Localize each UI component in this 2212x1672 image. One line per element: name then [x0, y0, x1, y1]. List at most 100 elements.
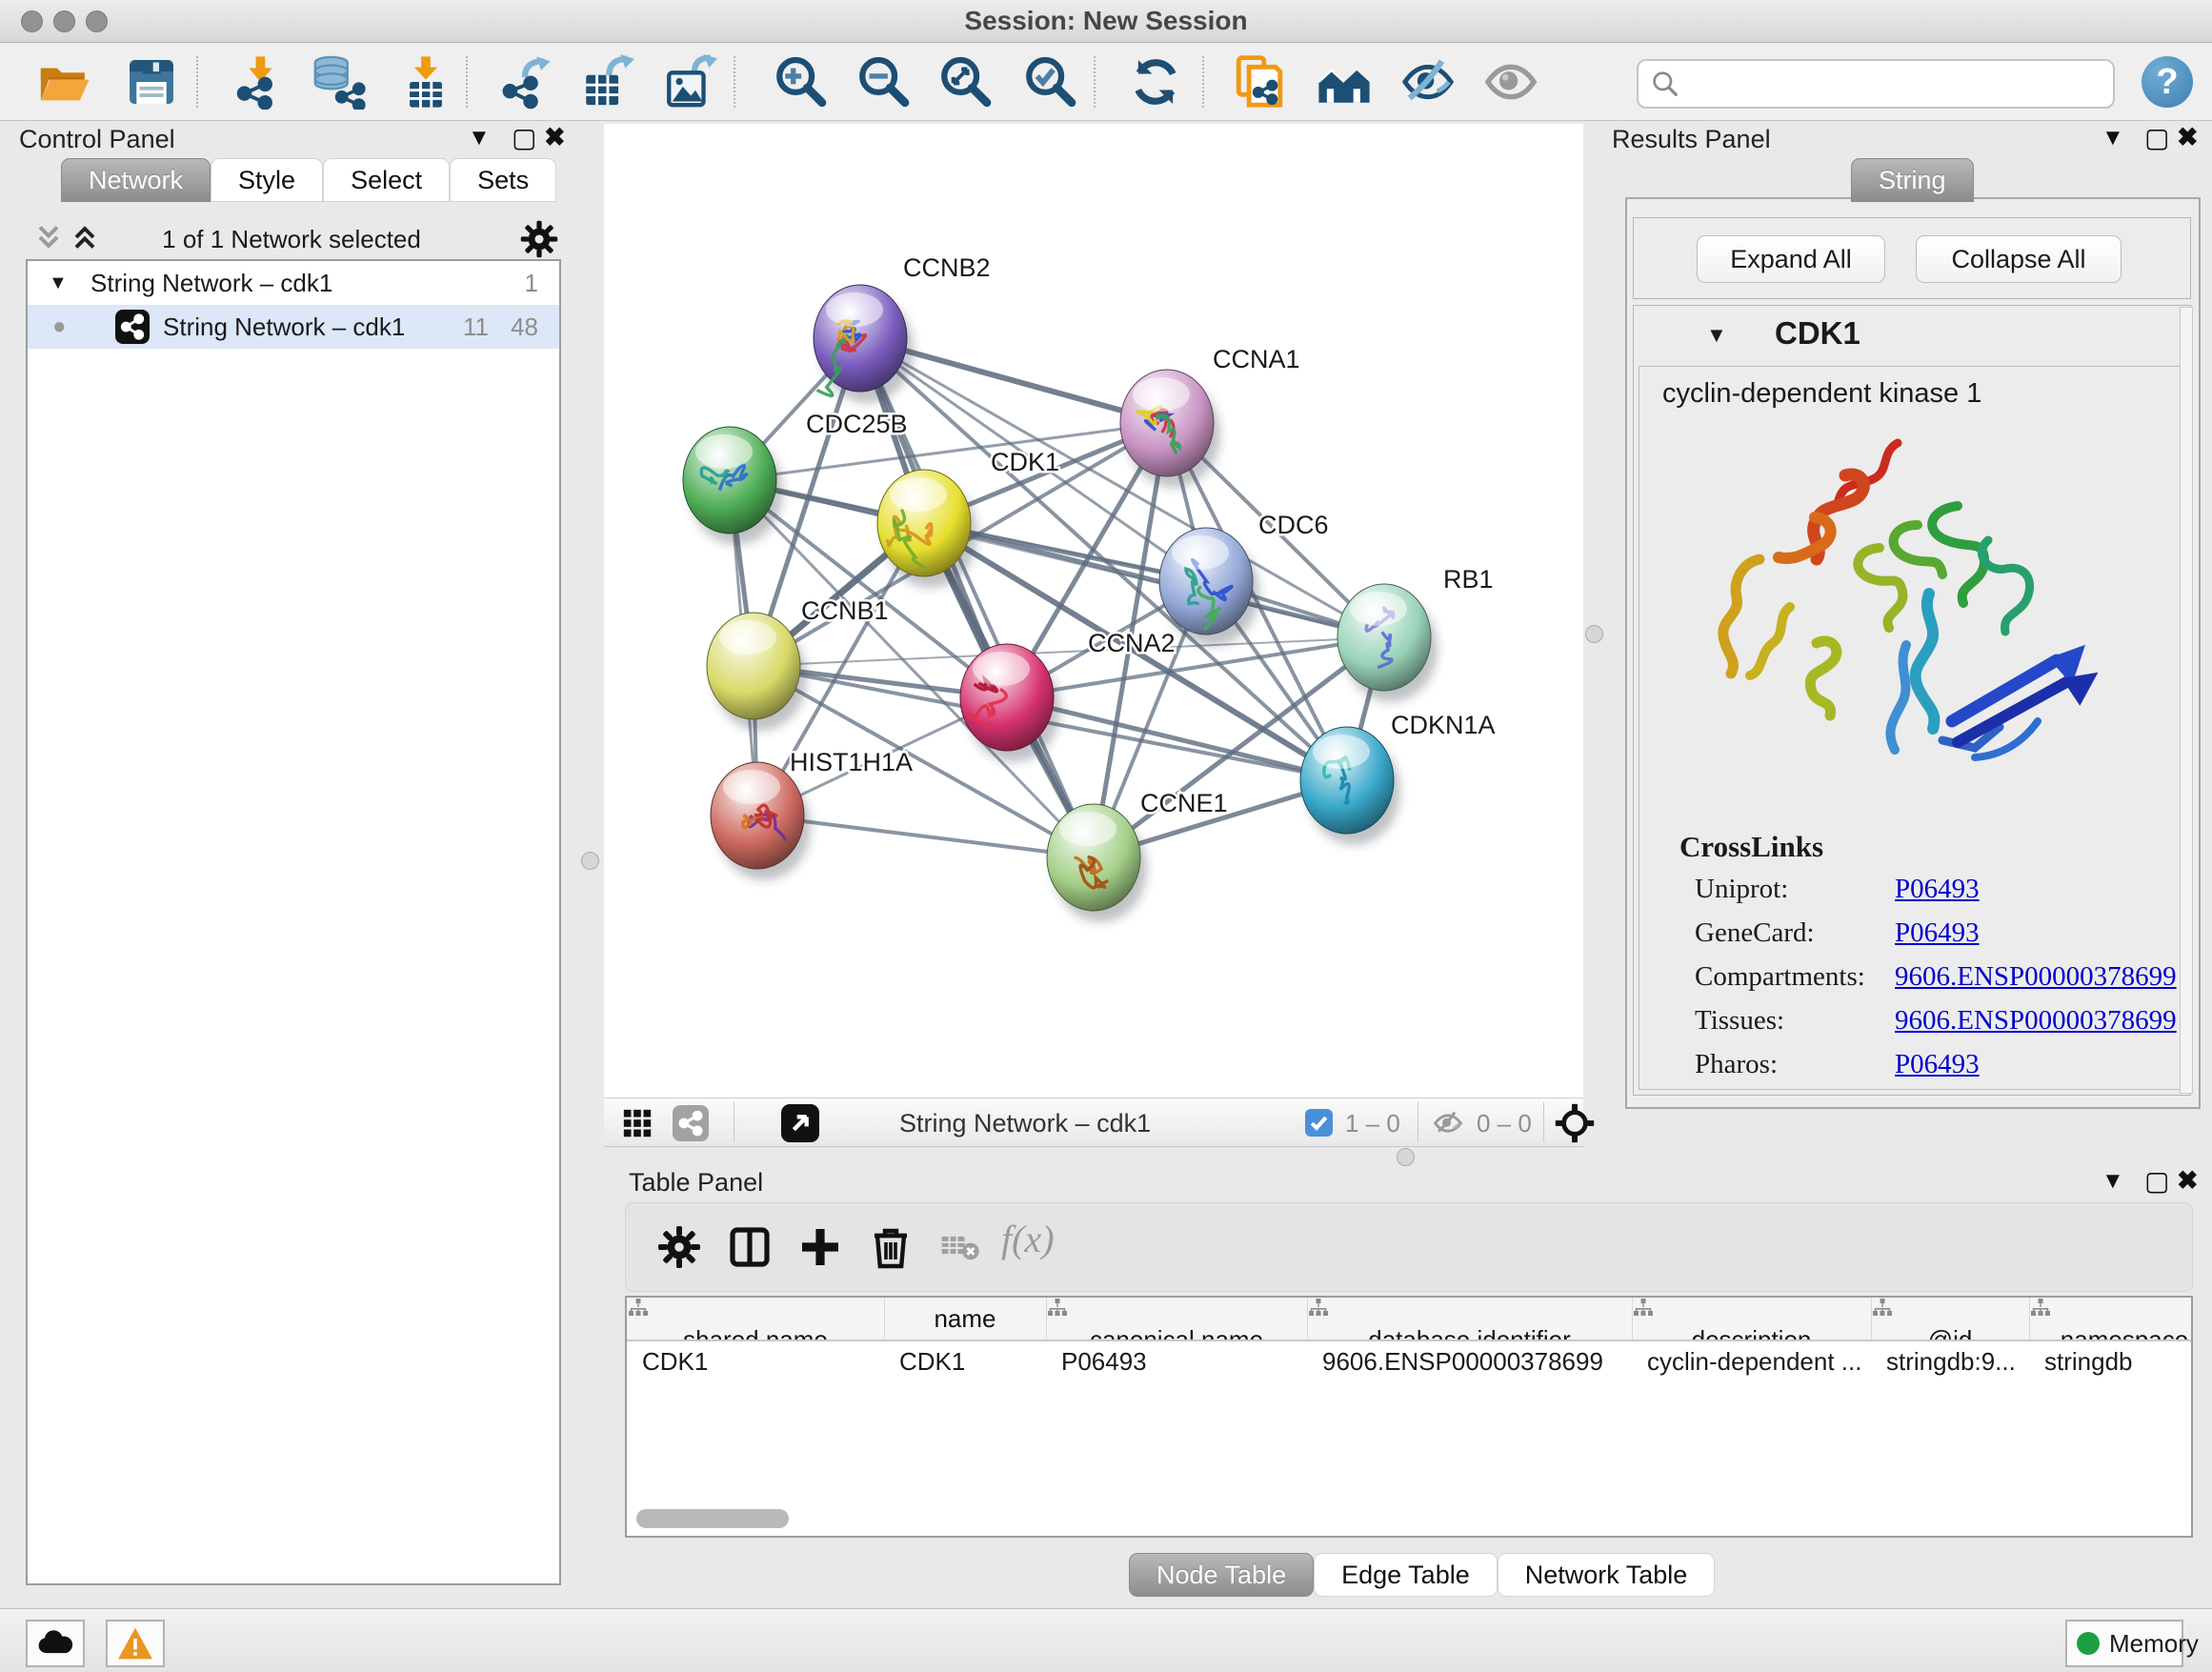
- table-settings-gear-icon[interactable]: [656, 1224, 702, 1270]
- delete-table-icon[interactable]: [938, 1224, 984, 1270]
- table-panel-collapse-icon[interactable]: ▼: [2101, 1168, 2124, 1195]
- column-header-database-identifier[interactable]: database identifier: [1307, 1298, 1633, 1340]
- crosslink-value-link[interactable]: 9606.ENSP00000378699: [1895, 1005, 2177, 1037]
- zoom-out-icon[interactable]: [855, 54, 911, 110]
- export-table-icon[interactable]: [579, 54, 634, 110]
- table-cell[interactable]: stringdb: [2029, 1341, 2193, 1381]
- hide-selected-icon[interactable]: [1400, 54, 1456, 110]
- import-table-icon[interactable]: [398, 54, 453, 110]
- birds-eye-view-icon[interactable]: [1554, 1102, 1596, 1144]
- table-panel-float-icon[interactable]: ▢: [2144, 1165, 2169, 1197]
- zoom-fit-icon[interactable]: [937, 54, 993, 110]
- results-panel-close-icon[interactable]: ✖: [2177, 123, 2199, 152]
- export-image-icon[interactable]: [662, 54, 717, 110]
- column-header--id[interactable]: @id: [1871, 1298, 2030, 1340]
- tab-select[interactable]: Select: [323, 158, 450, 202]
- open-session-icon[interactable]: [36, 54, 91, 110]
- table-cell[interactable]: 9606.ENSP00000378699: [1307, 1341, 1632, 1381]
- delete-column-icon[interactable]: [868, 1224, 914, 1270]
- warning-status-button[interactable]: [106, 1620, 165, 1667]
- control-panel-close-icon[interactable]: ✖: [544, 123, 566, 152]
- tree-expand-icon[interactable]: ▼: [49, 261, 68, 305]
- column-header-description[interactable]: description: [1632, 1298, 1872, 1340]
- cloud-icon: [37, 1629, 73, 1656]
- cloud-status-button[interactable]: [26, 1620, 85, 1667]
- control-panel-collapse-icon[interactable]: ▼: [468, 125, 491, 151]
- expand-all-button[interactable]: Expand All: [1697, 235, 1885, 283]
- network-collection-row[interactable]: ▼ String Network – cdk1 1: [28, 261, 559, 305]
- network-row-selected[interactable]: ● String Network – cdk1 11 48: [28, 305, 559, 349]
- apply-layout-icon[interactable]: [1128, 54, 1183, 110]
- column-header-name[interactable]: name: [884, 1298, 1047, 1340]
- duplicate-network-icon[interactable]: [1232, 54, 1287, 110]
- network-node-RB1[interactable]: RB1: [1337, 565, 1494, 702]
- table-cell[interactable]: stringdb:9...: [1871, 1341, 2029, 1381]
- table-panel-close-icon[interactable]: ✖: [2177, 1166, 2199, 1196]
- crosslink-value-link[interactable]: P06493: [1895, 874, 1980, 905]
- gene-collapse-icon[interactable]: ▼: [1706, 323, 1727, 348]
- zoom-in-icon[interactable]: [773, 54, 828, 110]
- column-header-shared-name[interactable]: shared name: [627, 1298, 885, 1340]
- search-input[interactable]: [1688, 63, 2101, 103]
- network-node-CDC6[interactable]: CDC6: [1159, 511, 1329, 646]
- crosslink-label: Tissues:: [1695, 1005, 1784, 1036]
- bottom-splitter-handle[interactable]: [1397, 1148, 1415, 1166]
- hidden-eye-icon[interactable]: [1431, 1107, 1465, 1139]
- network-node-HIST1H1A[interactable]: HIST1H1A: [711, 748, 913, 880]
- network-node-CDC25B[interactable]: CDC25B: [683, 410, 908, 545]
- add-column-icon[interactable]: [797, 1224, 843, 1270]
- network-node-CDKN1A[interactable]: CDKN1A: [1300, 711, 1496, 845]
- tab-node-table[interactable]: Node Table: [1129, 1553, 1314, 1597]
- table-cell[interactable]: cyclin-dependent ...: [1632, 1341, 1871, 1381]
- collection-label: String Network – cdk1: [90, 261, 332, 305]
- memory-button[interactable]: Memory: [2065, 1620, 2183, 1667]
- results-panel-collapse-icon[interactable]: ▼: [2101, 125, 2124, 151]
- export-network-icon[interactable]: [497, 54, 553, 110]
- network-canvas[interactable]: CCNB2CCNA1CDC25BCDK1CDC6RB1CCNB1CCNA2CDK…: [604, 124, 1583, 1098]
- results-scrollbar[interactable]: [2180, 307, 2193, 1094]
- detach-view-icon[interactable]: [781, 1104, 819, 1142]
- tab-style[interactable]: Style: [211, 158, 323, 202]
- collapse-all-button[interactable]: Collapse All: [1916, 235, 2122, 283]
- show-columns-icon[interactable]: [727, 1224, 773, 1270]
- window-titlebar: Session: New Session: [0, 0, 2212, 43]
- tab-edge-table[interactable]: Edge Table: [1314, 1553, 1498, 1597]
- import-network-from-database-icon[interactable]: [311, 54, 366, 110]
- table-horizontal-scrollbar[interactable]: [636, 1509, 789, 1528]
- network-node-CCNE1[interactable]: CCNE1: [1047, 789, 1228, 922]
- selected-count: 1 – 0: [1345, 1109, 1400, 1138]
- grid-view-icon[interactable]: [621, 1107, 654, 1139]
- apply-function-icon[interactable]: f(x): [1001, 1217, 1087, 1262]
- zoom-selected-icon[interactable]: [1022, 54, 1077, 110]
- table-cell[interactable]: CDK1: [627, 1341, 884, 1381]
- crosslink-value-link[interactable]: P06493: [1895, 917, 1980, 949]
- hidden-count: 0 – 0: [1477, 1109, 1532, 1138]
- show-all-icon[interactable]: [1483, 54, 1538, 110]
- right-splitter-handle[interactable]: [1585, 625, 1603, 643]
- network-node-CCNA1[interactable]: CCNA1: [1120, 345, 1300, 488]
- tab-network[interactable]: Network: [61, 158, 211, 202]
- save-session-icon[interactable]: [124, 54, 179, 110]
- column-header-canonical-name[interactable]: canonical name: [1046, 1298, 1308, 1340]
- help-button[interactable]: ?: [2142, 56, 2193, 108]
- table-cell[interactable]: CDK1: [884, 1341, 1046, 1381]
- left-splitter-handle[interactable]: [581, 852, 599, 870]
- network-node-CCNB2[interactable]: CCNB2: [814, 253, 991, 403]
- selected-nodes-checkbox-icon[interactable]: [1305, 1109, 1333, 1137]
- results-panel-float-icon[interactable]: ▢: [2144, 122, 2169, 153]
- tab-string-results[interactable]: String: [1851, 158, 1974, 202]
- share-view-icon[interactable]: [673, 1105, 709, 1141]
- tab-sets[interactable]: Sets: [450, 158, 556, 202]
- import-network-icon[interactable]: [231, 54, 286, 110]
- first-neighbors-icon[interactable]: [1317, 54, 1372, 110]
- network-node-CCNB1[interactable]: CCNB1: [707, 596, 889, 731]
- network-options-gear-icon[interactable]: [519, 219, 559, 259]
- column-header-namespace[interactable]: namespace: [2029, 1298, 2193, 1340]
- crosslink-value-link[interactable]: P06493: [1895, 1049, 1980, 1080]
- table-cell[interactable]: P06493: [1046, 1341, 1307, 1381]
- tab-network-table[interactable]: Network Table: [1498, 1553, 1716, 1597]
- node-label-CCNA1: CCNA1: [1213, 345, 1300, 373]
- control-panel-float-icon[interactable]: ▢: [512, 122, 536, 153]
- crosslink-label: Compartments:: [1695, 961, 1865, 992]
- crosslink-value-link[interactable]: 9606.ENSP00000378699: [1895, 961, 2177, 993]
